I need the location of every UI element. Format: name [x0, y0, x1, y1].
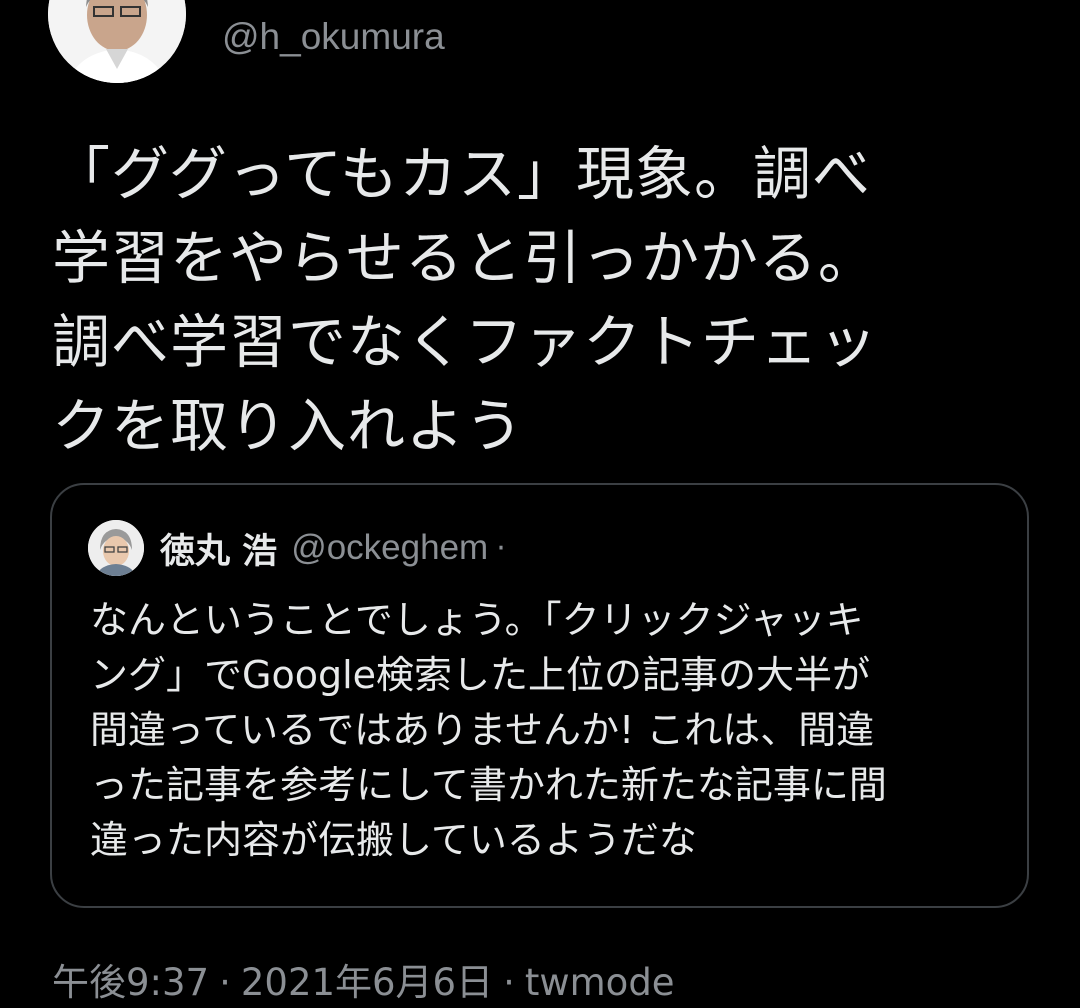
- separator-dot: ·: [496, 530, 506, 566]
- quoted-tweet-header: 徳丸 浩 @ockeghem ·: [88, 519, 506, 577]
- quoted-tweet-card[interactable]: 徳丸 浩 @ockeghem · なんということでしょう。「クリックジャッキ ン…: [50, 483, 1029, 908]
- user-photo-avatar-icon: [48, 0, 186, 83]
- tweet-meta: 午後9:37 · 2021年6月6日 · twmode: [52, 958, 675, 1008]
- quoted-tweet-text: なんということでしょう。「クリックジャッキ ング」でGoogle検索した上位の記…: [90, 598, 887, 862]
- quoted-author-name[interactable]: 徳丸 浩: [160, 523, 277, 574]
- tweet-time[interactable]: 午後9:37: [52, 961, 209, 1004]
- separator-dot: ·: [219, 961, 231, 1004]
- quoted-author-avatar[interactable]: [88, 520, 144, 576]
- user-illustration-avatar-icon: [88, 520, 144, 576]
- separator-dot: ·: [503, 961, 515, 1004]
- tweet-text: 「ググってもカス」現象。調べ 学習をやらせると引っかかる。 調べ学習でなくファク…: [52, 140, 879, 460]
- quoted-author-handle[interactable]: @ockeghem: [291, 528, 488, 568]
- tweet-date[interactable]: 2021年6月6日: [241, 961, 493, 1004]
- author-handle[interactable]: @h_okumura: [222, 12, 445, 62]
- author-avatar[interactable]: [48, 0, 186, 83]
- tweet-source[interactable]: twmode: [525, 961, 675, 1004]
